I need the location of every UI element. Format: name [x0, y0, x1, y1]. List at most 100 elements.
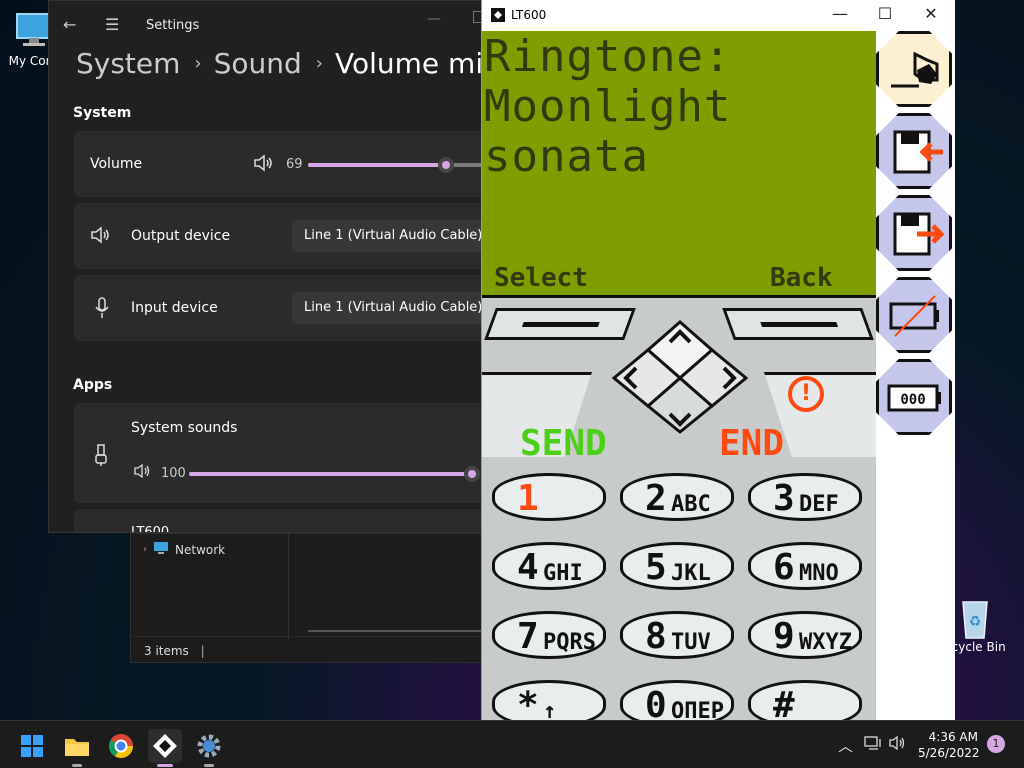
breadcrumb-volume-mixer: Volume mix: [335, 47, 488, 80]
chrome-icon: [108, 734, 133, 759]
running-indicator: [204, 764, 214, 767]
settings-title: Settings: [146, 18, 200, 33]
key-letters: TUV: [671, 630, 711, 655]
system-sounds-slider-thumb[interactable]: [464, 466, 480, 482]
navigation-dpad[interactable]: [610, 320, 750, 434]
battery-button[interactable]: 000: [876, 359, 952, 435]
section-header-system: System: [73, 105, 132, 121]
phone-lcd-screen: Ringtone: Moonlight sonata Select Back: [482, 31, 876, 295]
maximize-button[interactable]: ☐: [865, 4, 905, 23]
taskbar-chrome[interactable]: [104, 729, 138, 763]
key-7[interactable]: 7 PQRS: [492, 611, 606, 659]
scroll-line: [308, 630, 488, 632]
pointer-tool-button[interactable]: [876, 31, 952, 107]
volume-label: Volume: [90, 156, 143, 172]
output-device-card: Output device Line 1 (Virtual Audio Cabl…: [74, 203, 487, 269]
no-battery-button[interactable]: [876, 277, 952, 353]
chevron-right-icon[interactable]: ›: [143, 544, 147, 555]
start-icon: [21, 735, 43, 757]
lcd-line-2: Moonlight: [484, 81, 732, 132]
emulator-side-toolbar: 000: [876, 31, 955, 720]
key-hash[interactable]: # _: [748, 680, 862, 720]
key-5[interactable]: 5 JKL: [620, 542, 734, 590]
soft-label-left: Select: [494, 263, 588, 293]
system-sounds-icon: [94, 443, 108, 472]
phone-keypad: ! SEND END 1 2 ABC 3 DEF 4 GHI 5 JKL 6 MNO 7 PQRS 8 TU…: [482, 295, 876, 720]
key-digit: 8: [645, 616, 667, 657]
save-state-button[interactable]: [876, 195, 952, 271]
start-button[interactable]: [15, 729, 49, 763]
save-icon: [893, 212, 945, 256]
breadcrumb-sound[interactable]: Sound: [214, 47, 302, 80]
clock[interactable]: 4:36 AM 5/26/2022: [918, 729, 980, 761]
input-device-card: Input device Line 1 (Virtual Audio Cable…: [74, 275, 487, 341]
key-digit: 3: [773, 478, 795, 519]
key-digit: *: [517, 685, 539, 720]
key-digit: 4: [517, 547, 539, 588]
lt600-logo-icon: [490, 7, 506, 23]
output-device-label: Output device: [131, 228, 231, 244]
input-device-dropdown[interactable]: Line 1 (Virtual Audio Cable): [292, 292, 487, 324]
lt600-title: LT600: [511, 8, 547, 22]
hamburger-menu-icon[interactable]: ☰: [105, 15, 119, 34]
key-6[interactable]: 6 MNO: [748, 542, 862, 590]
clock-time: 4:36 AM: [928, 730, 978, 744]
svg-text:♻: ♻: [969, 614, 982, 630]
lt600-titlebar: LT600 — ☐ ✕: [482, 0, 955, 31]
key-4[interactable]: 4 GHI: [492, 542, 606, 590]
key-digit: #: [773, 685, 795, 720]
key-letters: JKL: [671, 561, 711, 586]
back-arrow-icon[interactable]: ←: [63, 15, 76, 34]
key-2[interactable]: 2 ABC: [620, 473, 734, 521]
pointer-icon: [891, 51, 939, 88]
settings-window: ← ☰ Settings — System › Sound › Volume mix S…: [48, 0, 488, 533]
speaker-icon[interactable]: [253, 153, 275, 178]
volume-slider[interactable]: [308, 157, 487, 173]
lt600-window: LT600 — ☐ ✕ Ringtone: Moonlight sonata S…: [481, 0, 955, 720]
key-8[interactable]: 8 TUV: [620, 611, 734, 659]
nav-item-network-label: Network: [175, 542, 226, 557]
notification-badge[interactable]: 1: [987, 735, 1005, 753]
send-key-label: SEND: [520, 423, 607, 464]
key-digit: 7: [517, 616, 539, 657]
network-status-icon[interactable]: [864, 735, 882, 755]
close-button[interactable]: ✕: [911, 4, 951, 23]
key-0[interactable]: 0 ОПЕР: [620, 680, 734, 720]
system-sounds-slider[interactable]: [189, 466, 480, 482]
key-letters: ОПЕР: [671, 699, 724, 720]
soft-label-right: Back: [770, 263, 833, 293]
item-count: 3 items: [144, 644, 189, 658]
key-3[interactable]: 3 DEF: [748, 473, 862, 521]
key-digit: 0: [645, 685, 667, 720]
volume-slider-fill: [308, 163, 446, 167]
battery-icon: 000: [887, 384, 941, 412]
app-card-system-sounds: System sounds 100: [74, 403, 487, 503]
clock-date: 5/26/2022: [918, 746, 980, 760]
load-state-button[interactable]: [876, 113, 952, 189]
minimize-button[interactable]: —: [820, 4, 860, 23]
taskbar-file-explorer[interactable]: [60, 729, 94, 767]
output-device-dropdown[interactable]: Line 1 (Virtual Audio Cable): [292, 220, 487, 252]
key-digit: 6: [773, 547, 795, 588]
taskbar-settings[interactable]: [192, 729, 226, 767]
speaker-icon[interactable]: [134, 463, 152, 484]
taskbar-lt600[interactable]: [148, 729, 182, 767]
key-letters: DEF: [799, 492, 839, 517]
volume-tray-icon[interactable]: [889, 735, 907, 755]
key-star[interactable]: * ↑: [492, 680, 606, 720]
key-1[interactable]: 1: [492, 473, 606, 521]
key-letters: _: [799, 699, 813, 720]
speaker-icon: [90, 225, 112, 250]
volume-slider-thumb[interactable]: [438, 157, 454, 173]
key-9[interactable]: 9 WXYZ: [748, 611, 862, 659]
minimize-button[interactable]: —: [427, 11, 441, 27]
chevron-up-icon[interactable]: ︿: [838, 735, 853, 756]
breadcrumb-system[interactable]: System: [76, 47, 180, 80]
lcd-line-1: Ringtone:: [484, 31, 732, 82]
file-explorer-window: › Network 3 items |: [130, 533, 490, 663]
load-icon: [893, 130, 943, 174]
nav-item-network[interactable]: › Network: [143, 541, 225, 558]
network-icon: [153, 541, 169, 558]
section-header-apps: Apps: [73, 377, 113, 393]
end-key-label: END: [719, 423, 785, 464]
